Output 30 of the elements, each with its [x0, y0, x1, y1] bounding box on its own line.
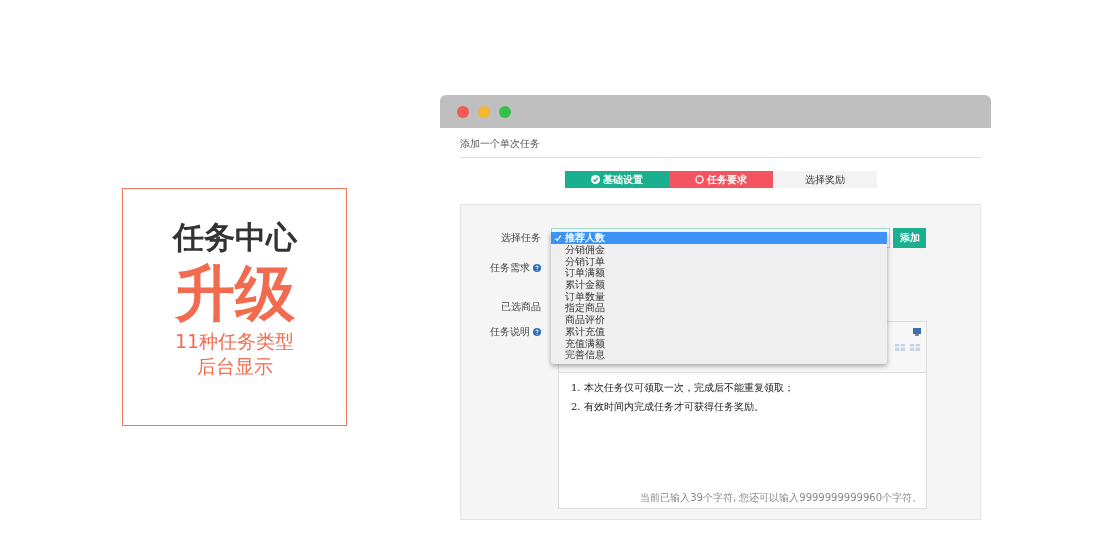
dropdown-option[interactable]: 分销佣金	[551, 243, 887, 256]
promo-text: 11种任务类型	[174, 329, 295, 354]
close-button[interactable]	[457, 105, 469, 118]
field-label: 任务需求	[490, 261, 530, 275]
field-label: 任务说明	[490, 325, 530, 339]
circle-icon	[694, 175, 704, 184]
check-icon	[554, 233, 562, 242]
help-icon[interactable]	[533, 328, 541, 336]
page-title: 添加一个单次任务	[460, 128, 981, 158]
table-icon[interactable]	[910, 342, 920, 352]
step-tab[interactable]: 选择奖励	[772, 171, 877, 188]
promo-headline: 升级	[174, 257, 295, 329]
table-icon[interactable]	[895, 342, 905, 352]
promo-title: 任务中心	[172, 218, 297, 257]
check-circle-icon	[590, 175, 600, 184]
maximize-button[interactable]	[499, 105, 511, 118]
promo-text: 后台显示	[196, 354, 273, 379]
dropdown-option[interactable]: 指定商品	[551, 302, 887, 314]
character-counter: 当前已输入39个字符, 您还可以输入9999999999960个字符。	[639, 491, 923, 505]
monitor-icon[interactable]	[912, 327, 922, 337]
editor-text: 1. 本次任务仅可领取一次，完成后不能重复领取；	[571, 381, 795, 395]
dropdown-option[interactable]: 订单满额	[551, 267, 887, 279]
dropdown-option[interactable]: 累计金额	[551, 278, 887, 291]
dropdown-option[interactable]: 分销订单	[551, 255, 887, 268]
field-label: 选择任务	[501, 231, 541, 245]
field-label: 已选商品	[501, 300, 541, 314]
minimize-button[interactable]	[478, 105, 490, 118]
editor-text: 2. 有效时间内完成任务才可获得任务奖励。	[571, 400, 765, 414]
help-icon[interactable]	[533, 264, 541, 272]
dropdown-option[interactable]: 订单数量	[551, 290, 887, 303]
